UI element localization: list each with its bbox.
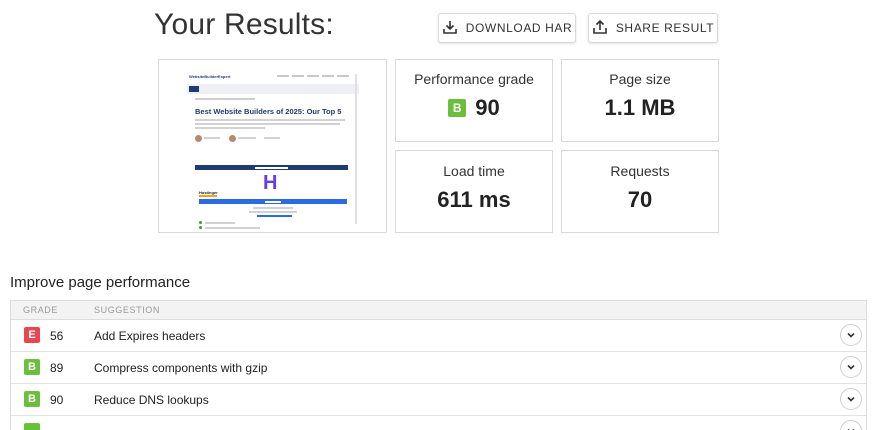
thumbnail-text-line (257, 215, 292, 217)
load-time-value: 611 ms (437, 187, 511, 212)
chevron-down-icon (847, 364, 855, 370)
requests-value: 70 (627, 187, 653, 212)
grade-badge: B (448, 99, 467, 117)
requests-label: Requests (610, 163, 670, 179)
thumbnail-menu-bar (187, 84, 359, 94)
grade-badge: E (24, 327, 40, 343)
download-har-label: DOWNLOAD HAR (465, 21, 573, 35)
table-row[interactable]: B 89 Compress components with gzip (11, 352, 866, 384)
table-row[interactable]: E 56 Add Expires headers (11, 320, 866, 352)
grade-badge: B (24, 391, 40, 407)
page-size-value: 1.1 MB (604, 95, 676, 120)
thumbnail-text-line (253, 207, 293, 209)
suggestions-table: GRADE SUGGESTION E 56 Add Expires header… (10, 300, 867, 430)
thumbnail-check (199, 226, 202, 229)
load-time-card: Load time 611 ms (395, 150, 553, 233)
grade-column-header: GRADE (23, 305, 59, 315)
share-icon (592, 19, 608, 38)
table-row[interactable]: B 90 Reduce DNS lookups (11, 384, 866, 416)
page-size-card: Page size 1.1 MB (561, 59, 719, 142)
thumbnail-page: WebsiteBuilderExpert Best Website Builde… (187, 72, 359, 232)
expand-button[interactable] (840, 356, 862, 378)
thumbnail-headline: Best Website Builders of 2025: Our Top 5 (195, 107, 342, 116)
table-row[interactable] (11, 416, 866, 430)
share-result-label: SHARE RESULT (615, 21, 715, 35)
grade-badge: B (24, 359, 40, 375)
suggestion-column-header: SUGGESTION (94, 305, 161, 315)
performance-grade-label: Performance grade (414, 71, 534, 87)
table-header: GRADE SUGGESTION (11, 301, 866, 320)
row-suggestion: Compress components with gzip (94, 361, 268, 375)
grade-badge (24, 423, 40, 430)
page-screenshot-thumbnail: WebsiteBuilderExpert Best Website Builde… (158, 59, 387, 233)
row-score: 90 (50, 393, 64, 407)
performance-grade-value: B 90 (448, 95, 500, 121)
row-suggestion: Reduce DNS lookups (94, 393, 209, 407)
thumbnail-text-line (195, 119, 345, 121)
thumbnail-nav (277, 75, 357, 78)
thumbnail-stars (199, 195, 217, 197)
expand-button[interactable] (840, 324, 862, 346)
thumbnail-text-line (264, 137, 280, 139)
thumbnail-breadcrumb (195, 98, 255, 100)
thumbnail-hostinger-logo: H (263, 172, 278, 194)
expand-button[interactable] (840, 388, 862, 410)
thumbnail-check (199, 221, 202, 224)
thumbnail-featured-header (195, 165, 348, 170)
load-time-label: Load time (443, 163, 505, 179)
thumbnail-text-line (195, 123, 340, 125)
thumbnail-text-line (238, 137, 256, 139)
chevron-down-icon (847, 428, 855, 430)
performance-grade-card: Performance grade B 90 (395, 59, 553, 142)
chevron-down-icon (847, 332, 855, 338)
thumbnail-author-avatar (195, 135, 202, 142)
chevron-down-icon (847, 396, 855, 402)
improve-section-title: Improve page performance (10, 274, 191, 291)
thumbnail-text-line (249, 211, 297, 213)
download-icon (442, 19, 458, 38)
page-title: Your Results: (154, 8, 334, 41)
thumbnail-author-avatar (229, 135, 236, 142)
row-score: 89 (50, 361, 64, 375)
performance-score: 90 (475, 95, 500, 120)
thumbnail-text-line (195, 127, 265, 129)
download-har-button[interactable]: DOWNLOAD HAR (438, 13, 576, 43)
expand-button[interactable] (840, 420, 862, 430)
thumbnail-text-line (204, 137, 220, 139)
row-score: 56 (50, 329, 64, 343)
requests-card: Requests 70 (561, 150, 719, 233)
row-suggestion: Add Expires headers (94, 329, 206, 343)
thumbnail-cta (199, 199, 347, 204)
page-size-label: Page size (609, 71, 671, 87)
thumbnail-scrollbar (355, 74, 357, 224)
thumbnail-text-line (205, 221, 235, 224)
share-result-button[interactable]: SHARE RESULT (588, 13, 718, 43)
thumbnail-text-line (205, 226, 260, 229)
thumbnail-logo: WebsiteBuilderExpert (189, 74, 231, 79)
